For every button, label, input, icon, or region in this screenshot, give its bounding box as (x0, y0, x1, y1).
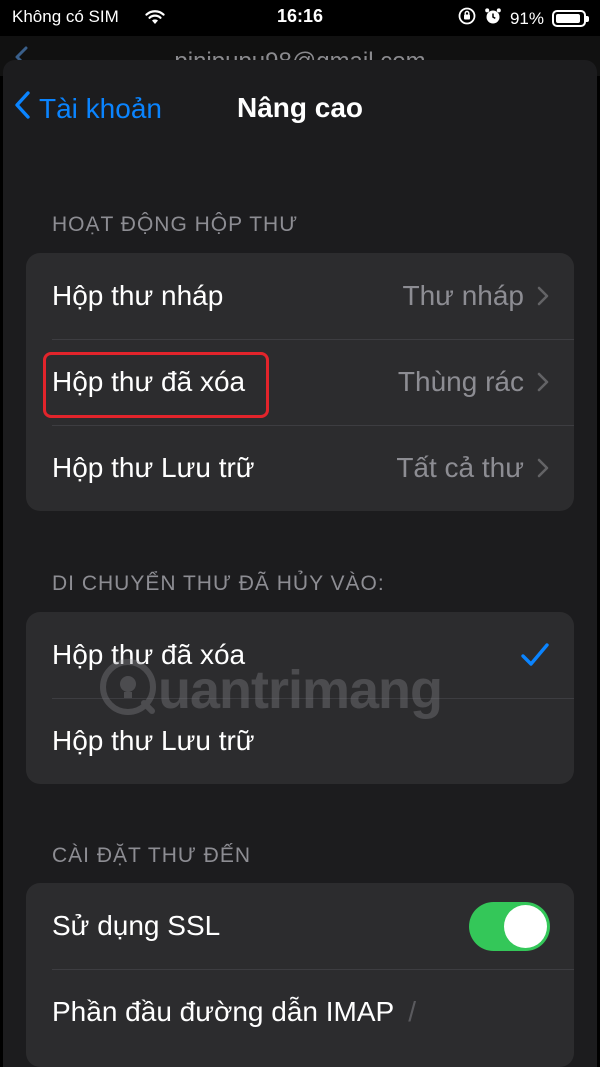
battery-percent: 91% (509, 8, 544, 28)
row-label: Hộp thư đã xóa (52, 366, 246, 397)
status-indicators: 91% (458, 7, 589, 30)
drafts-mailbox-row[interactable]: Hộp thư nháp Thư nháp (26, 253, 574, 339)
alarm-icon (484, 7, 502, 30)
row-value: Thư nháp (402, 280, 525, 311)
toggle-knob (504, 904, 547, 948)
row-value: Thùng rác (397, 366, 524, 397)
section-header-mailbox-behavior: HOẠT ĐỘNG HỘP THƯ (52, 213, 299, 236)
orientation-lock-icon (458, 7, 476, 30)
navigation-bar: Tài khoản Nâng cao (3, 60, 597, 154)
section-header-incoming-settings: CÀI ĐẶT THƯ ĐẾN (52, 844, 252, 867)
row-label: Hộp thư Lưu trữ (52, 452, 255, 483)
imap-path-prefix-value[interactable]: / (408, 996, 416, 1028)
use-ssl-row: Sử dụng SSL (26, 883, 574, 969)
row-value: Tất cả thư (396, 452, 524, 483)
battery-icon (552, 10, 589, 27)
incoming-settings-group: Sử dụng SSL Phần đầu đường dẫn IMAP / (26, 883, 574, 1067)
deleted-mailbox-row[interactable]: Hộp thư đã xóa Thùng rác (26, 339, 574, 425)
watermark: uantrimang (98, 657, 443, 722)
chevron-right-icon (537, 286, 549, 306)
battery-level (556, 14, 580, 23)
ssl-toggle[interactable] (469, 901, 550, 951)
row-label: Sử dụng SSL (52, 910, 221, 941)
archive-mailbox-row[interactable]: Hộp thư Lưu trữ Tất cả thư (26, 425, 574, 511)
row-label: Phần đầu đường dẫn IMAP (52, 996, 395, 1027)
imap-path-prefix-row[interactable]: Phần đầu đường dẫn IMAP / (26, 969, 574, 1055)
chevron-right-icon (537, 458, 549, 478)
row-label: Hộp thư Lưu trữ (52, 725, 255, 756)
row-label: Hộp thư nháp (52, 280, 224, 311)
lightbulb-logo-icon (98, 657, 158, 722)
status-bar: Không có SIM 16:16 91% (0, 0, 600, 36)
page-title: Nâng cao (236, 92, 364, 123)
checkmark-icon (521, 643, 549, 666)
chevron-right-icon (537, 372, 549, 392)
watermark-text: uantrimang (158, 659, 443, 720)
mailbox-behavior-group: Hộp thư nháp Thư nháp Hộp thư đã xóa Thù… (26, 253, 574, 511)
section-header-move-discarded: DI CHUYỂN THƯ ĐÃ HỦY VÀO: (52, 572, 385, 595)
settings-sheet: Tài khoản Nâng cao HOẠT ĐỘNG HỘP THƯ Hộp… (3, 60, 597, 1067)
